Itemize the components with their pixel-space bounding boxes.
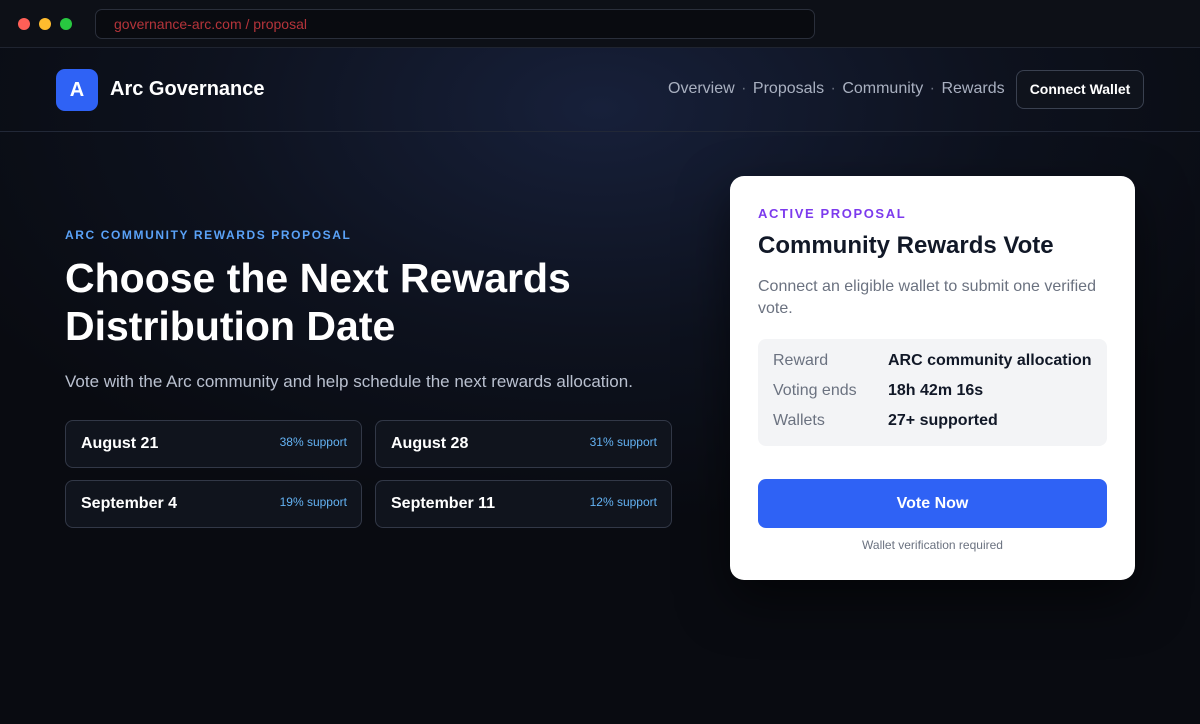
support-percentage: 12% support: [589, 495, 657, 509]
nav-links: Overview · Proposals · Community · Rewar…: [668, 80, 1005, 98]
address-bar[interactable]: governance-arc.com / proposal: [95, 9, 815, 39]
card-description: Connect an eligible wallet to submit one…: [758, 278, 1096, 317]
eyebrow: ARC COMMUNITY REWARDS PROPOSAL: [65, 228, 352, 242]
proposal-details: Reward ARC community allocation Voting e…: [758, 339, 1107, 446]
url-text: governance-arc.com / proposal: [114, 16, 307, 32]
vote-now-button[interactable]: Vote Now: [758, 479, 1107, 528]
nav-link-proposals[interactable]: Proposals: [753, 80, 824, 97]
page: A Arc Governance Overview · Proposals · …: [0, 48, 1200, 724]
minimize-window-dot[interactable]: [39, 18, 51, 30]
detail-value: 27+ supported: [888, 412, 998, 429]
date-option-september-4[interactable]: September 4 19% support: [65, 480, 362, 528]
hero-subtitle: Vote with the Arc community and help sch…: [65, 372, 633, 391]
nav-link-overview[interactable]: Overview: [668, 80, 735, 97]
support-percentage: 19% support: [279, 495, 347, 509]
nav-separator: ·: [830, 80, 836, 97]
connect-wallet-button[interactable]: Connect Wallet: [1016, 70, 1144, 109]
detail-key: Reward: [773, 352, 829, 369]
card-title: Community Rewards Vote: [758, 232, 1054, 259]
date-option-august-21[interactable]: August 21 38% support: [65, 420, 362, 468]
logo-icon[interactable]: A: [56, 69, 98, 111]
nav-separator: ·: [929, 80, 935, 97]
maximize-window-dot[interactable]: [60, 18, 72, 30]
close-window-dot[interactable]: [18, 18, 30, 30]
date-option-september-11[interactable]: September 11 12% support: [375, 480, 672, 528]
detail-value: ARC community allocation: [888, 352, 1092, 369]
nav-separator: ·: [741, 80, 747, 97]
support-percentage: 31% support: [589, 435, 657, 449]
browser-chrome: governance-arc.com / proposal: [0, 0, 1200, 48]
status-badge: ACTIVE PROPOSAL: [758, 206, 907, 221]
nav-link-community[interactable]: Community: [842, 80, 923, 97]
nav-link-rewards[interactable]: Rewards: [941, 80, 1004, 97]
brand-name[interactable]: Arc Governance: [110, 78, 265, 101]
proposal-card: ACTIVE PROPOSAL Community Rewards Vote C…: [730, 176, 1135, 580]
detail-key: Wallets: [773, 412, 825, 429]
page-title: Choose the Next Rewards Distribution Dat…: [65, 255, 571, 349]
date-option-label: September 11: [391, 495, 496, 512]
date-option-august-28[interactable]: August 28 31% support: [375, 420, 672, 468]
date-option-label: September 4: [81, 495, 178, 512]
date-option-label: August 21: [81, 435, 159, 452]
detail-key: Voting ends: [773, 382, 857, 399]
top-nav: A Arc Governance Overview · Proposals · …: [0, 48, 1200, 132]
support-percentage: 38% support: [279, 435, 347, 449]
date-option-label: August 28: [391, 435, 469, 452]
countdown-timer: 18h 42m 16s: [888, 382, 984, 399]
verification-note: Wallet verification required: [862, 538, 1003, 552]
